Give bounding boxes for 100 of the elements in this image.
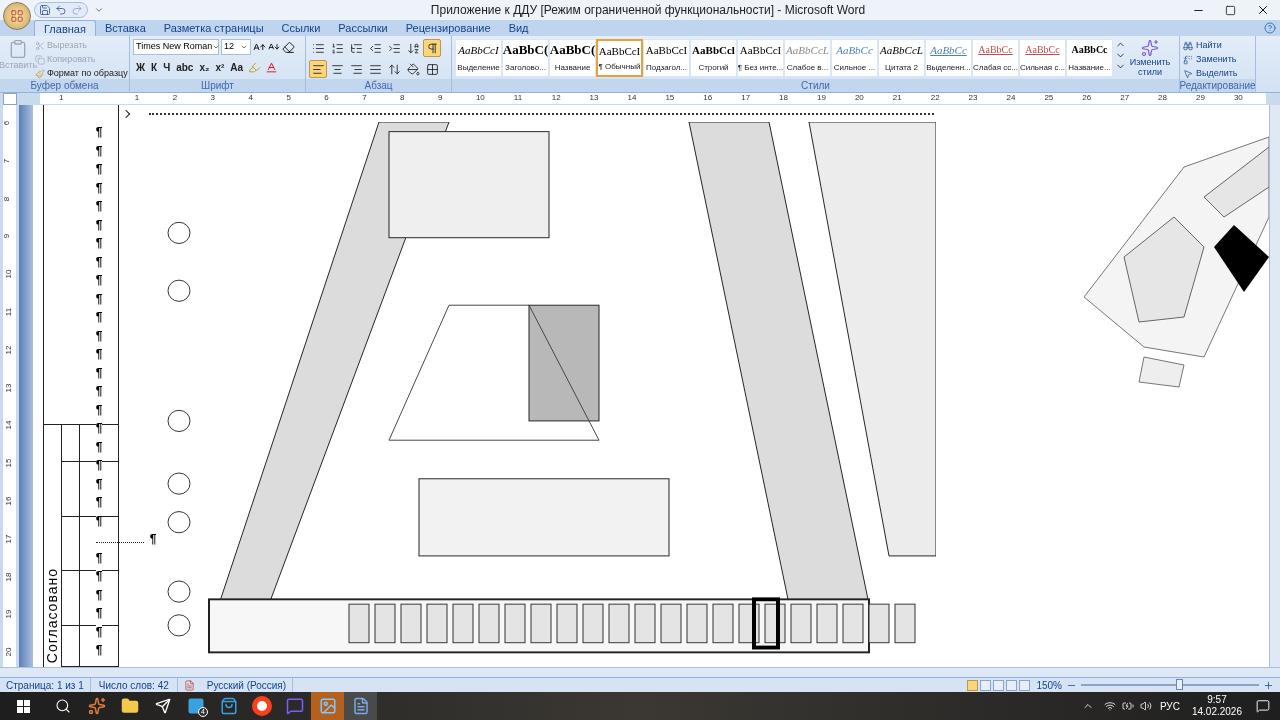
format-button[interactable]: Ч: [160, 58, 174, 76]
style-gallery-item[interactable]: AaBbCcL Слабое в...: [784, 39, 831, 77]
close-icon[interactable]: [1256, 3, 1270, 17]
ruler-number: 24: [1006, 92, 1016, 104]
volume-icon[interactable]: [1139, 700, 1152, 712]
ribbon-tab[interactable]: Рассылки: [329, 20, 397, 36]
undo-icon[interactable]: [55, 4, 67, 16]
ruler-number: 14: [3, 420, 15, 430]
input-language[interactable]: РУС: [1159, 698, 1180, 714]
style-gallery-item[interactable]: AaBbCcI ¶ Обычный: [596, 39, 643, 77]
shrink-font-icon[interactable]: [268, 41, 280, 53]
group-label: Шрифт: [201, 79, 234, 92]
paragraph-mark: ¶: [95, 180, 103, 195]
paragraph-mark: ¶: [95, 495, 103, 510]
horizontal-scrollbar[interactable]: [0, 667, 1280, 677]
justify-icon: [368, 62, 382, 76]
approval-label: Согласовано: [44, 567, 61, 663]
style-gallery-item[interactable]: AaBbCc Сильная с...: [1019, 39, 1066, 77]
format-button[interactable]: Ж: [133, 58, 149, 76]
format-button[interactable]: К: [148, 58, 161, 76]
style-gallery-item[interactable]: AaBbCc Выделенн...: [925, 39, 972, 77]
browser-icon: [251, 696, 272, 716]
zoom-level[interactable]: 150%: [1036, 677, 1062, 693]
zoom-in-icon[interactable]: [1263, 679, 1274, 691]
paragraph-mark: ¶: [95, 402, 103, 417]
ruler-number: 16: [703, 92, 713, 104]
ribbon-tab[interactable]: Вставка: [95, 20, 155, 36]
ruler-number: 11: [3, 307, 15, 317]
paragraph-mark: ¶: [95, 587, 103, 602]
style-gallery-item[interactable]: AaBbCcL Цитата 2: [878, 39, 925, 77]
select-button[interactable]: Выделить: [1183, 67, 1252, 80]
font-name-field[interactable]: Times New Roman: [133, 39, 219, 55]
restore-icon[interactable]: [1225, 4, 1236, 16]
ribbon-tab[interactable]: Рецензирование: [396, 20, 500, 36]
chat-icon: [285, 697, 304, 715]
paragraph-mark: ¶: [95, 550, 103, 565]
font-size-field[interactable]: 12: [221, 39, 251, 55]
style-gallery-item[interactable]: AaBbCc Название...: [1066, 39, 1113, 77]
borders-icon: [425, 62, 439, 76]
window-title: Приложение к ДДУ [Режим ограниченной функциональности] - Microsoft Word: [430, 3, 866, 17]
network-icon[interactable]: [1103, 700, 1116, 712]
ribbon-tab[interactable]: Вид: [499, 20, 538, 36]
format-painter-button[interactable]: Формат по образцу: [35, 67, 128, 80]
dropdown-icon: [212, 43, 221, 51]
eraser-icon[interactable]: [282, 40, 295, 54]
clock-date[interactable]: 14.02.2026: [1191, 706, 1242, 718]
paragraph-mark: ¶: [95, 199, 103, 214]
find-button[interactable]: Найти: [1183, 39, 1252, 52]
save-icon[interactable]: [39, 4, 51, 16]
style-gallery-item[interactable]: AaBbCcI Подзагол...: [643, 39, 690, 77]
style-gallery-item[interactable]: AaBbCcI ¶ Без инте...: [737, 39, 784, 77]
shading-button[interactable]: [404, 60, 422, 78]
ruler-number: 14: [627, 92, 637, 104]
ruler-number: 27: [1120, 92, 1130, 104]
pilcrow-icon: [425, 41, 439, 55]
office-button[interactable]: [3, 2, 31, 30]
dropdown-icon: [240, 43, 248, 51]
ribbon-tab[interactable]: Разметка страницы: [154, 20, 273, 36]
tab-selector[interactable]: [3, 93, 17, 105]
ruler-number: 25: [1044, 92, 1054, 104]
ruler-number: 20: [3, 647, 15, 657]
style-gallery-item[interactable]: AaBbCcl Строгий: [690, 39, 737, 77]
replace-button[interactable]: Заменить: [1183, 53, 1252, 66]
ruler-number: 17: [741, 92, 751, 104]
paragraph-mark: ¶: [95, 476, 103, 491]
ribbon-tab[interactable]: Ссылки: [272, 20, 330, 36]
sort-icon: [406, 41, 420, 55]
ruler-number: 11: [513, 92, 523, 104]
proofing-icon[interactable]: [183, 679, 195, 691]
format-button[interactable]: Aa: [227, 58, 247, 76]
style-gallery-item[interactable]: AaBbCcI Выделение: [455, 39, 502, 77]
ruler-number: 13: [3, 383, 15, 393]
paragraph-mark: ¶: [95, 310, 103, 325]
paragraph-mark: ¶: [95, 439, 103, 454]
group-label: Абзац: [364, 79, 393, 92]
align-button[interactable]: [309, 60, 327, 78]
style-gallery-item[interactable]: AaBbC( Название: [549, 39, 596, 77]
style-gallery-item[interactable]: AaBbC( Заголово...: [502, 39, 549, 77]
style-gallery-item[interactable]: AaBbCc Сильное ...: [831, 39, 878, 77]
clock-time[interactable]: 9:57: [1207, 694, 1227, 706]
format-button[interactable]: x²: [212, 58, 228, 76]
notifications-icon[interactable]: [1256, 699, 1270, 713]
ruler-number: 7: [362, 92, 367, 104]
paragraph-mark: ¶: [95, 606, 103, 621]
ruler-number: 3: [210, 92, 216, 104]
ruler-number: 4: [248, 92, 253, 104]
replace-icon: [1183, 54, 1193, 65]
paragraph-mark: ¶: [149, 532, 157, 547]
customize-toolbar-icon[interactable]: [94, 5, 104, 15]
show-marks-button[interactable]: [423, 39, 441, 57]
change-styles-button[interactable]: Изменить стили: [1128, 39, 1172, 77]
format-button[interactable]: x₂: [196, 58, 213, 76]
format-button[interactable]: abc: [173, 58, 197, 76]
font-color-icon[interactable]: [265, 60, 279, 74]
ribbon-tab[interactable]: Главная: [34, 20, 96, 36]
zoom-slider-thumb[interactable]: [1175, 679, 1183, 690]
paragraph-mark: ¶: [95, 458, 103, 473]
paint-bucket-icon: [406, 62, 420, 76]
battery-icon[interactable]: [1121, 700, 1134, 712]
style-gallery-item[interactable]: AaBbCc Слабая сс...: [972, 39, 1019, 77]
